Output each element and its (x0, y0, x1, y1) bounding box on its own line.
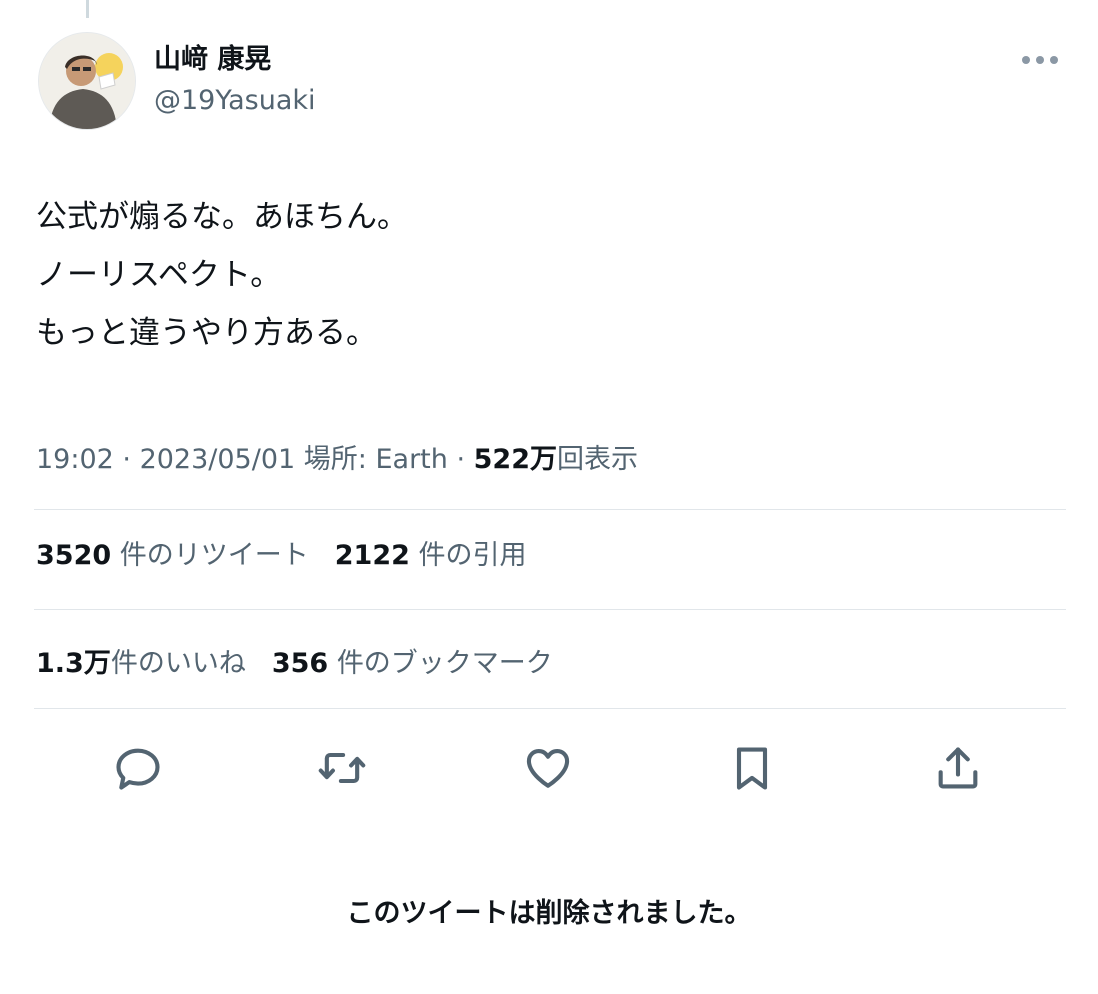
user-avatar-icon (39, 33, 135, 129)
tweet-text-line: 公式が煽るな。あほちん。 (36, 199, 408, 235)
quotes-stat[interactable]: 2122 件の引用 (335, 536, 527, 576)
meta-separator: · (113, 444, 140, 475)
tweet-date[interactable]: 2023/05/01 (140, 444, 296, 475)
retweet-icon (318, 752, 366, 784)
bookmarks-stat[interactable]: 356 件のブックマーク (272, 644, 553, 684)
views-count: 522万 (473, 444, 557, 475)
stats-row-likes: 1.3万件のいいね 356 件のブックマーク (36, 644, 579, 684)
retweets-stat[interactable]: 3520 件のリツイート (36, 536, 309, 576)
reply-button[interactable] (108, 738, 168, 798)
divider (34, 609, 1066, 610)
tweet-text: 公式が煽るな。あほちん。 ノーリスペクト。 もっと違うやり方ある。 (36, 188, 408, 362)
tweet-location: 場所: Earth (303, 444, 448, 475)
share-button[interactable] (928, 738, 988, 798)
thread-connector-line (86, 0, 89, 18)
divider (34, 708, 1066, 709)
author-handle[interactable]: @19Yasuaki (154, 85, 316, 117)
views-label: 回表示 (557, 444, 638, 475)
author-display-name[interactable]: 山﨑 康晃 (154, 44, 271, 76)
retweet-button[interactable] (312, 738, 372, 798)
reply-icon (116, 748, 160, 790)
avatar[interactable] (38, 32, 136, 130)
retweets-label: 件のリツイート (119, 540, 309, 571)
quotes-count: 2122 (334, 540, 410, 571)
bookmark-icon (736, 747, 768, 790)
divider (34, 509, 1066, 510)
tweet-text-line: もっと違うやり方ある。 (36, 315, 377, 351)
bookmarks-label: 件のブックマーク (336, 648, 553, 679)
likes-count: 1.3万 (36, 648, 111, 679)
quotes-label: 件の引用 (418, 540, 527, 571)
share-icon (938, 747, 978, 789)
tweet-text-line: ノーリスペクト。 (36, 257, 282, 293)
tweet-meta: 19:02 · 2023/05/01 場所: Earth · 522万回表示 (36, 440, 638, 480)
more-options-icon[interactable] (1014, 48, 1066, 72)
stats-row-retweets: 3520 件のリツイート 2122 件の引用 (36, 536, 553, 576)
bookmark-button[interactable] (722, 738, 782, 798)
tweet-time[interactable]: 19:02 (36, 444, 114, 475)
likes-stat[interactable]: 1.3万件のいいね (36, 644, 246, 684)
like-icon (526, 749, 570, 788)
likes-label: 件のいいね (110, 648, 246, 679)
deleted-notice: このツイートは削除されました。 (346, 898, 752, 929)
action-bar (0, 738, 1098, 798)
meta-separator: · (447, 444, 474, 475)
bookmarks-count: 356 (271, 648, 329, 679)
like-button[interactable] (518, 738, 578, 798)
retweets-count: 3520 (36, 540, 112, 571)
